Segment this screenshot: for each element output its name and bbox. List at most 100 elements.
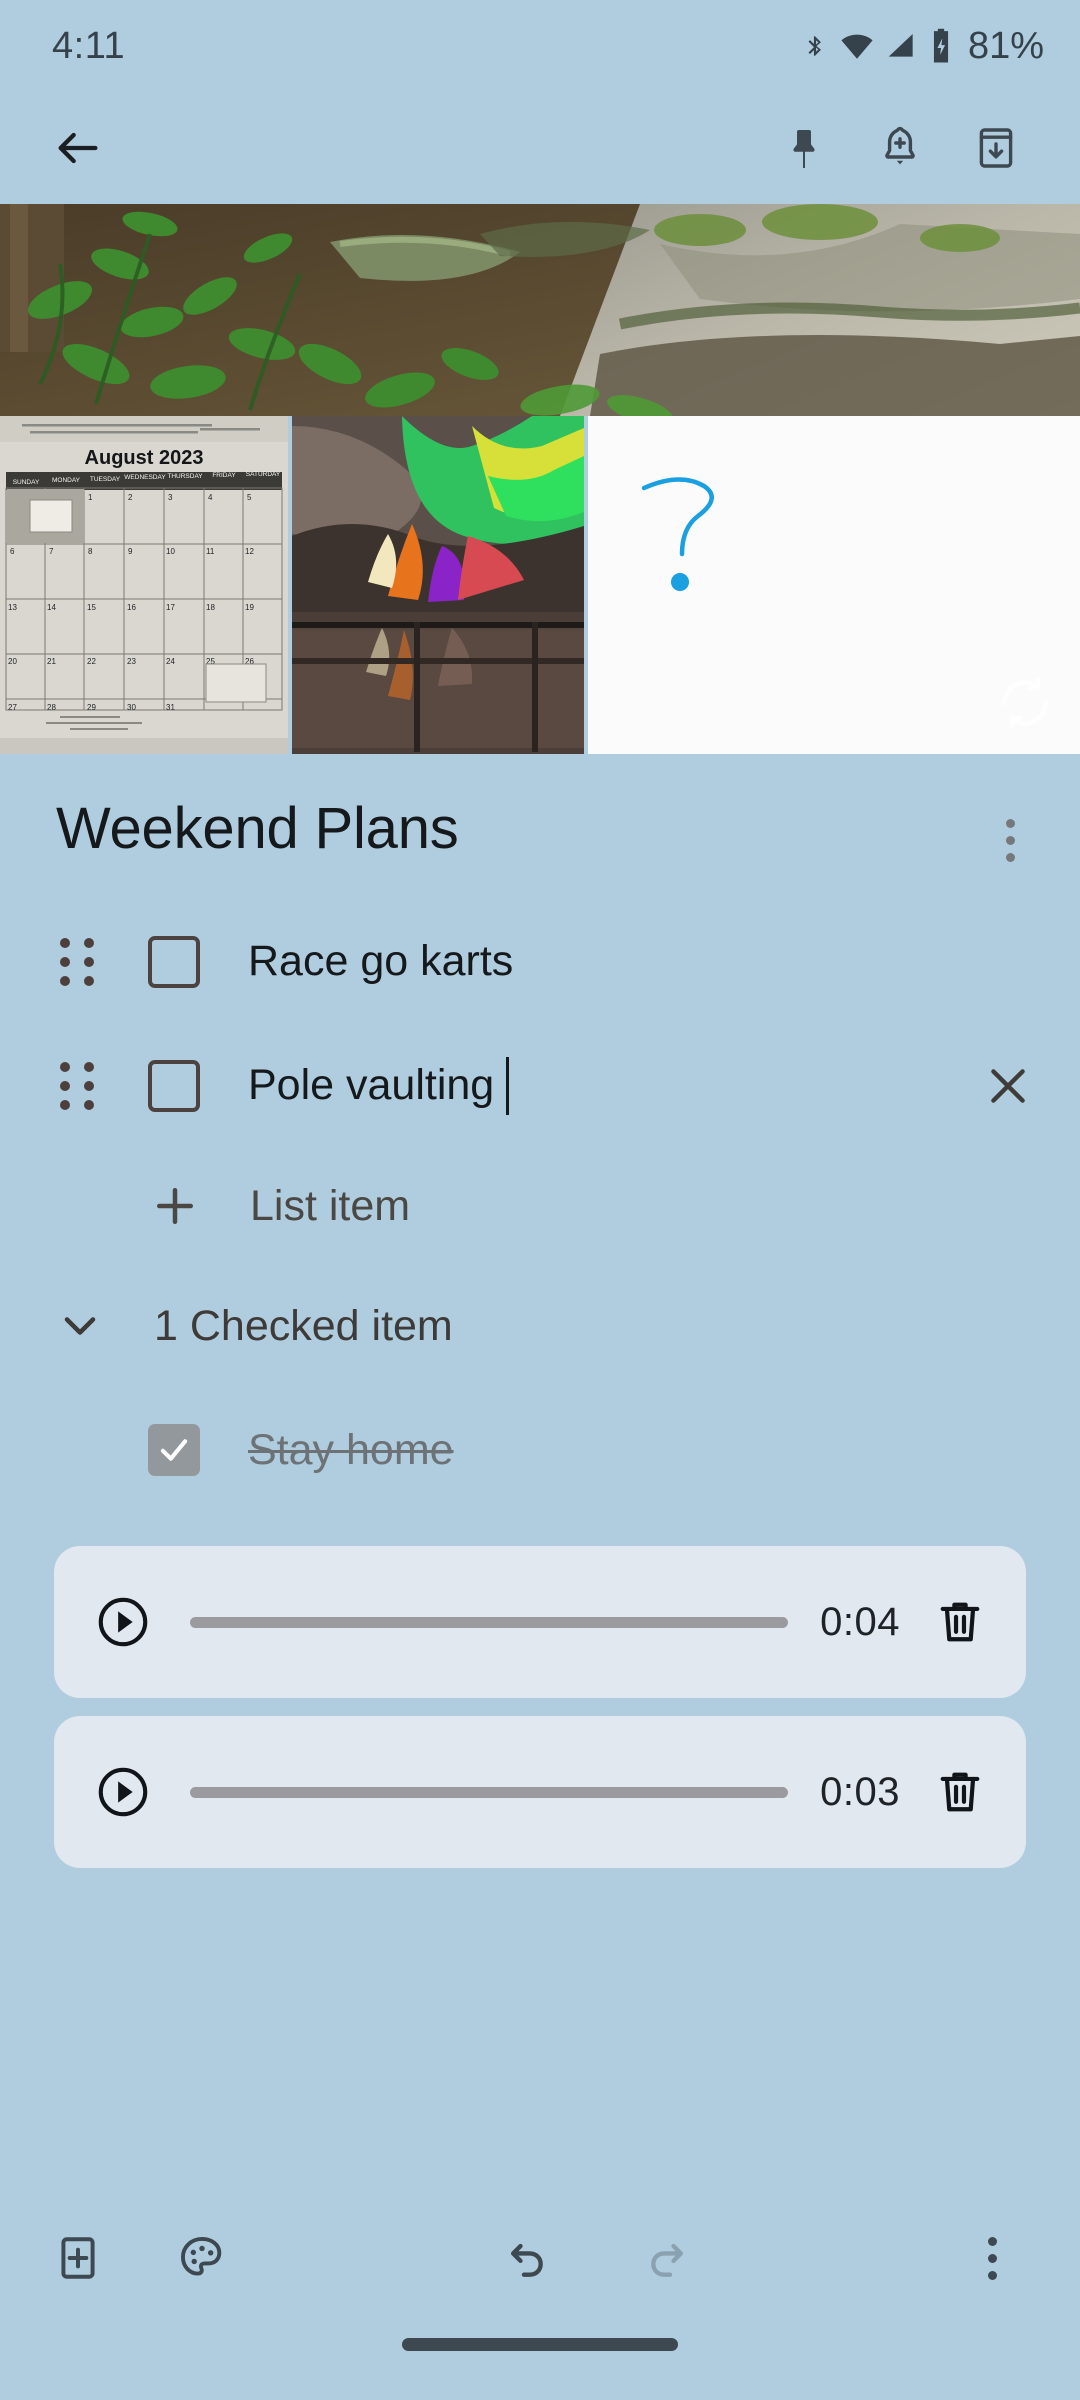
more-vert-icon — [1005, 818, 1015, 862]
play-recording-button[interactable] — [92, 1761, 154, 1823]
attachment-thumbnails: August 2023 SUNDAY MONDAY TUESDAY WEDNES… — [0, 416, 1080, 754]
svg-text:29: 29 — [87, 703, 96, 712]
svg-text:SUNDAY: SUNDAY — [13, 479, 40, 486]
note-overflow-menu[interactable] — [972, 802, 1048, 878]
svg-text:12: 12 — [245, 547, 254, 556]
list-item-label: Pole vaulting — [248, 1061, 495, 1110]
checked-items-toggle[interactable]: 1 Checked item — [0, 1264, 1080, 1388]
bell-plus-icon — [885, 126, 915, 165]
calendar-month-label: August 2023 — [85, 447, 204, 469]
svg-text:27: 27 — [8, 703, 17, 712]
audio-recording-card[interactable]: 0:03 — [54, 1716, 1026, 1868]
drag-handle-icon[interactable] — [54, 938, 100, 986]
undo-button[interactable] — [479, 2210, 575, 2306]
page-title[interactable]: Weekend Plans — [56, 796, 972, 863]
svg-text:17: 17 — [166, 603, 175, 612]
list-item[interactable]: Pole vaulting — [0, 1024, 1080, 1148]
wifi-icon — [841, 34, 873, 59]
checkbox-checked[interactable] — [148, 1424, 200, 1476]
question-mark-drawing — [641, 477, 714, 591]
svg-text:TUESDAY: TUESDAY — [90, 476, 121, 483]
checked-item-label: Stay home — [248, 1425, 454, 1474]
back-button[interactable] — [30, 100, 126, 196]
bottom-toolbar — [0, 2192, 1080, 2324]
svg-text:20: 20 — [8, 657, 17, 666]
redo-button — [619, 2210, 715, 2306]
check-icon — [160, 1439, 188, 1461]
play-icon — [98, 1597, 148, 1647]
svg-text:6: 6 — [10, 547, 15, 556]
audio-progress-bar[interactable] — [190, 1616, 789, 1628]
add-list-item-label: List item — [250, 1181, 411, 1230]
trash-icon — [940, 1772, 980, 1812]
attachment-calendar-photo[interactable]: August 2023 SUNDAY MONDAY TUESDAY WEDNES… — [0, 416, 288, 754]
note-editor-screen: 4:11 81% August 2023 SUNDAY MONDAY TUESD… — [0, 0, 1080, 2400]
svg-text:FRIDAY: FRIDAY — [212, 472, 236, 479]
note-body: Weekend Plans Race go karts Pole vaultin… — [0, 754, 1080, 2192]
delete-recording-button[interactable] — [928, 1590, 992, 1654]
audio-duration: 0:04 — [820, 1599, 900, 1644]
battery-percent: 81% — [967, 24, 1044, 67]
bluetooth-icon — [808, 36, 821, 56]
svg-text:30: 30 — [127, 703, 136, 712]
redo-icon — [651, 2243, 684, 2277]
battery-charging-icon — [933, 28, 949, 63]
svg-text:14: 14 — [47, 603, 56, 612]
text-caret — [506, 1057, 510, 1115]
note-title-row: Weekend Plans — [0, 754, 1080, 878]
note-hero-image[interactable] — [0, 204, 1080, 416]
list-item-input[interactable]: Pole vaulting — [248, 1057, 972, 1115]
bottom-toolbar-right — [944, 2210, 1040, 2306]
svg-text:16: 16 — [127, 603, 136, 612]
play-icon — [98, 1767, 148, 1817]
checkbox-unchecked[interactable] — [148, 936, 200, 988]
pin-icon — [793, 130, 815, 168]
attachment-cave-photo[interactable] — [292, 416, 584, 754]
plus-icon — [157, 1188, 193, 1224]
pin-note-button[interactable] — [756, 100, 852, 196]
drag-handle-icon[interactable] — [54, 1062, 100, 1110]
status-time: 4:11 — [52, 24, 126, 67]
add-list-item-row[interactable]: List item — [0, 1148, 1080, 1264]
trash-icon — [940, 1602, 980, 1642]
svg-text:8: 8 — [88, 547, 93, 556]
svg-text:WEDNESDAY: WEDNESDAY — [124, 474, 166, 481]
more-vert-icon — [987, 2236, 997, 2280]
svg-text:23: 23 — [127, 657, 136, 666]
clear-item-button[interactable] — [972, 1050, 1044, 1122]
add-box-icon — [61, 2237, 95, 2279]
cellular-signal-icon — [888, 34, 913, 57]
svg-text:THURSDAY: THURSDAY — [167, 473, 203, 480]
back-arrow-icon — [58, 132, 98, 164]
audio-progress-bar[interactable] — [190, 1786, 789, 1798]
svg-text:13: 13 — [8, 603, 17, 612]
svg-text:10: 10 — [166, 547, 175, 556]
gesture-nav-bar — [0, 2324, 1080, 2400]
add-attachment-button[interactable] — [30, 2210, 126, 2306]
add-reminder-button[interactable] — [852, 100, 948, 196]
archive-button[interactable] — [948, 100, 1044, 196]
list-item[interactable]: Race go karts — [0, 900, 1080, 1024]
svg-text:3: 3 — [168, 493, 173, 502]
chevron-down-icon — [64, 1317, 96, 1335]
attachment-drawing[interactable] — [588, 416, 1080, 754]
checklist: Race go karts Pole vaulting List item 1 … — [0, 900, 1080, 1512]
background-options-button[interactable] — [154, 2210, 250, 2306]
palette-icon — [180, 2236, 222, 2276]
audio-recording-card[interactable]: 0:04 — [54, 1546, 1026, 1698]
svg-text:2: 2 — [128, 493, 133, 502]
svg-text:4: 4 — [208, 493, 213, 502]
svg-text:31: 31 — [166, 703, 175, 712]
checked-list-item[interactable]: Stay home — [0, 1388, 1080, 1512]
hero-illustration — [0, 204, 1080, 416]
checkbox-unchecked[interactable] — [148, 1060, 200, 1112]
svg-text:18: 18 — [206, 603, 215, 612]
svg-text:7: 7 — [49, 547, 54, 556]
more-options-button[interactable] — [944, 2210, 1040, 2306]
audio-duration: 0:03 — [820, 1769, 900, 1814]
nav-pill[interactable] — [402, 2338, 678, 2351]
svg-text:24: 24 — [166, 657, 175, 666]
play-recording-button[interactable] — [92, 1591, 154, 1653]
delete-recording-button[interactable] — [928, 1760, 992, 1824]
undo-icon — [510, 2243, 543, 2277]
